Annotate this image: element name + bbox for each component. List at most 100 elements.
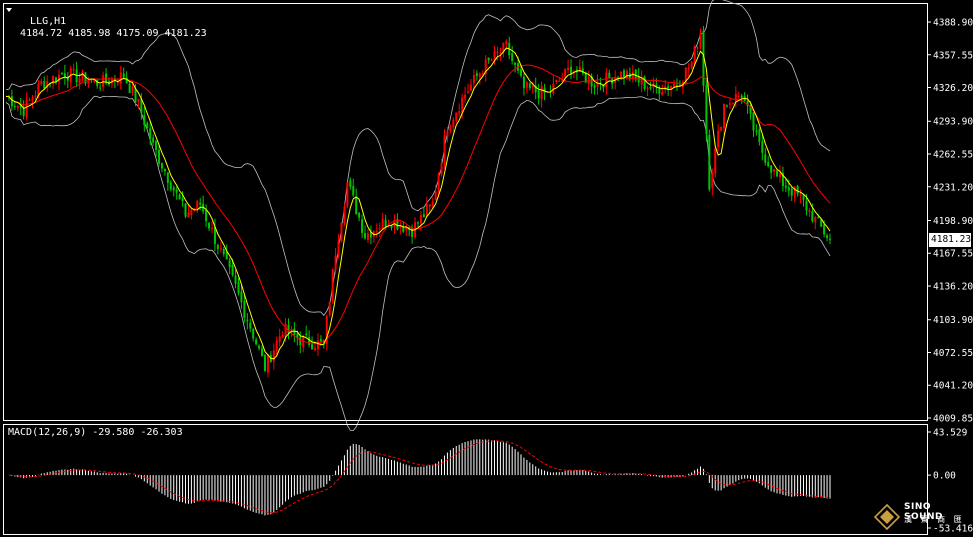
candle-body [275, 340, 278, 351]
candle-body [443, 135, 446, 165]
macd-tick-label: 0.00 [933, 471, 956, 482]
candle-body [696, 47, 699, 49]
candle-body [411, 227, 414, 237]
candle-body [711, 172, 714, 188]
candle-body [422, 214, 425, 218]
candle-body [829, 238, 831, 240]
price-tick-label: 4293.90 [933, 117, 973, 128]
chart-header: LLG,H1 4184.72 4185.98 4175.09 4181.23 [8, 4, 207, 40]
candle-body [823, 224, 826, 235]
candle-body [252, 329, 255, 339]
candle-body [364, 233, 367, 239]
candle-body [190, 210, 193, 215]
candle-body [184, 203, 187, 217]
candle-body [740, 95, 743, 98]
candle-body [319, 339, 322, 342]
candle-body [366, 233, 369, 240]
candle-body [314, 347, 316, 351]
candle-body [731, 103, 734, 105]
candle-body [305, 333, 308, 335]
candle-body [199, 202, 202, 205]
candle-body [243, 301, 246, 318]
sino-sound-logo: SINO SOUND 漢 聲 商 匯 [874, 498, 972, 534]
candle-body [352, 185, 355, 196]
price-tick-label: 4388.90 [933, 18, 973, 29]
candle-body [10, 96, 13, 107]
candle-body [87, 81, 90, 84]
candle-body [216, 245, 219, 249]
candle-body [514, 62, 517, 65]
candle-body [437, 174, 440, 193]
candle-body [240, 291, 243, 303]
candle-body [419, 215, 422, 224]
candle-body [605, 72, 608, 88]
candle-body [623, 70, 625, 77]
candle-body [228, 260, 231, 268]
candle-body [458, 111, 461, 114]
candle-body [726, 105, 728, 107]
candle-body [690, 61, 693, 69]
candle-body [263, 355, 266, 372]
candle-body [255, 339, 258, 345]
candle-body [340, 222, 343, 242]
ohlc-values: 4184.72 4185.98 4175.09 4181.23 [20, 28, 207, 39]
candle-body [72, 68, 75, 71]
candle-body [528, 82, 531, 89]
candle-body [687, 67, 690, 69]
candle-body [231, 265, 234, 276]
candle-body [334, 255, 337, 270]
candle-body [705, 84, 708, 134]
price-tick-label: 4231.20 [933, 182, 973, 193]
price-tick-label: 4198.90 [933, 216, 973, 227]
candle-body [60, 73, 63, 75]
candle-body [537, 90, 540, 99]
candle-body [558, 80, 561, 82]
candle-body [28, 99, 31, 101]
candle-body [755, 130, 758, 132]
candle-body [723, 103, 726, 129]
candle-body [343, 206, 346, 225]
candle-body [234, 275, 237, 284]
candle-body [728, 103, 731, 105]
candle-body [272, 350, 275, 362]
candle-body [817, 217, 820, 219]
candle-body [814, 217, 817, 223]
candle-body [431, 201, 434, 207]
candle-body [311, 344, 314, 350]
candle-body [625, 71, 628, 79]
candle-body [773, 169, 776, 172]
candle-body [278, 336, 281, 343]
candle-body [222, 248, 225, 255]
candle-body [284, 323, 287, 337]
candle-body [31, 97, 34, 101]
price-tick-label: 4326.20 [933, 83, 973, 94]
macd-tick-label: 43.529 [933, 428, 968, 439]
price-tick-label: 4167.55 [933, 249, 973, 260]
candle-body [475, 73, 478, 77]
candle-body [16, 105, 19, 109]
candle-body [384, 219, 387, 227]
candle-body [467, 91, 470, 93]
candle-body [805, 200, 808, 211]
candle-body [461, 97, 464, 113]
candle-body [246, 319, 249, 322]
candle-body [714, 148, 717, 174]
candle-body [737, 95, 740, 97]
price-tick-label: 4357.55 [933, 50, 973, 61]
candle-body [175, 189, 178, 193]
candle-body [331, 269, 334, 302]
candle-body [472, 74, 475, 84]
candle-body [205, 209, 208, 222]
candle-body [158, 149, 161, 164]
candle-body [778, 173, 781, 178]
candle-body [693, 46, 696, 64]
candle-body [116, 82, 119, 84]
candle-body [522, 76, 525, 89]
candle-body [143, 114, 146, 126]
candle-body [493, 51, 496, 61]
price-tick-label: 4136.20 [933, 282, 973, 293]
price-tick-label: 4009.85 [933, 414, 973, 425]
candle-body [446, 131, 449, 137]
candle-body [390, 225, 393, 228]
candle-body [667, 86, 670, 90]
